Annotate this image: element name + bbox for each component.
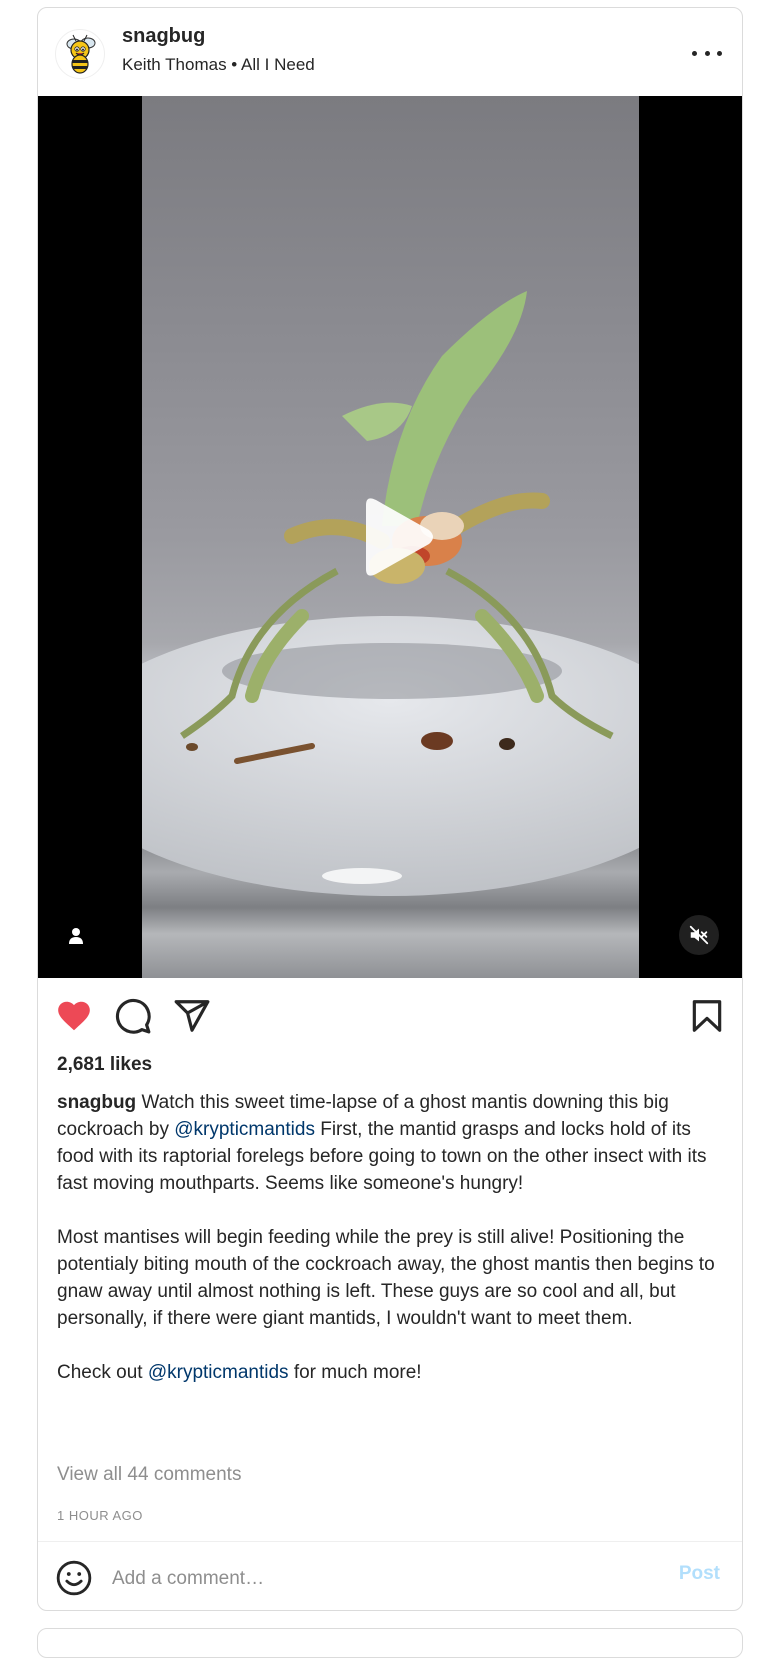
comment-icon — [115, 998, 151, 1034]
heart-filled-icon — [58, 1001, 90, 1031]
bookmark-icon — [692, 1000, 722, 1032]
user-tag-button[interactable] — [66, 926, 86, 946]
mention-link[interactable]: @krypticmantids — [174, 1119, 315, 1140]
mention-link[interactable]: @krypticmantids — [148, 1362, 289, 1383]
user-tag-icon — [69, 928, 83, 944]
next-post-card — [37, 1628, 743, 1658]
like-button[interactable] — [55, 997, 93, 1035]
muted-speaker-icon — [689, 925, 709, 945]
share-button[interactable] — [173, 997, 211, 1035]
video-frame[interactable] — [142, 96, 639, 978]
post-timestamp[interactable]: 1 HOUR AGO — [57, 1508, 143, 1523]
more-options-dot — [704, 50, 710, 56]
caption-text: Check out — [57, 1362, 148, 1383]
bee-mascot-icon — [66, 34, 96, 74]
caption-username[interactable]: snagbug — [57, 1092, 136, 1113]
emoji-icon — [56, 1560, 92, 1596]
caption-text: for much more! — [288, 1362, 422, 1383]
more-options-button[interactable] — [692, 44, 722, 62]
mute-toggle-button[interactable] — [679, 915, 719, 955]
post-username[interactable]: snagbug — [122, 25, 205, 48]
like-count[interactable]: 2,681 likes — [57, 1054, 152, 1076]
post-card: snagbug Keith Thomas • All I Need 2,681 … — [37, 7, 743, 1611]
post-actions-bar — [38, 978, 742, 1050]
avatar[interactable] — [55, 29, 105, 79]
video-player[interactable] — [38, 96, 742, 978]
caption-paragraph: snagbug Watch this sweet time-lapse of a… — [57, 1089, 727, 1197]
post-comment-button[interactable]: Post — [679, 1563, 720, 1585]
share-icon — [174, 1000, 210, 1032]
emoji-button[interactable] — [55, 1559, 93, 1597]
save-button[interactable] — [688, 997, 726, 1035]
comment-button[interactable] — [114, 997, 152, 1035]
view-all-comments-link[interactable]: View all 44 comments — [57, 1464, 241, 1486]
more-options-icon — [692, 50, 697, 56]
comment-input[interactable] — [110, 1562, 634, 1596]
post-header: snagbug Keith Thomas • All I Need — [38, 8, 742, 96]
play-icon — [365, 498, 433, 576]
caption-paragraph: Check out @krypticmantids for much more! — [57, 1359, 727, 1386]
caption-paragraph: Most mantises will begin feeding while t… — [57, 1227, 715, 1329]
play-button[interactable] — [341, 487, 441, 587]
more-options-dot — [717, 50, 722, 56]
comment-bar: Post — [38, 1542, 742, 1610]
post-audio-subtitle[interactable]: Keith Thomas • All I Need — [122, 55, 315, 75]
post-caption: snagbug Watch this sweet time-lapse of a… — [57, 1089, 727, 1386]
